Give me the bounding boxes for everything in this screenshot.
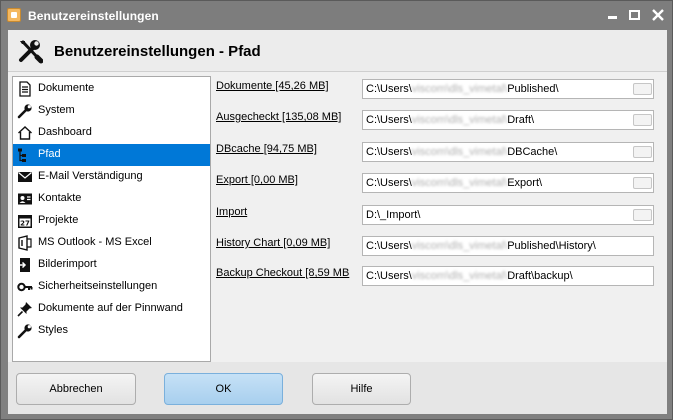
path-field-backup-checkout[interactable]: C:\Users\viscom\dls_vimetal\Draft\backup… [362,266,654,286]
nav-item-label: Dashboard [38,126,92,138]
nav-item-label: Kontakte [38,192,82,204]
browse-button[interactable] [633,209,652,221]
browse-button[interactable] [633,146,652,158]
path-prefix: C:\Users\ [366,114,412,126]
browse-button[interactable] [633,83,652,95]
path-field-history-chart[interactable]: C:\Users\viscom\dls_vimetal\Published\Hi… [362,236,654,256]
path-field-dokumente[interactable]: C:\Users\viscom\dls_vimetal\Published\ [362,79,654,99]
nav-item-pfad[interactable]: Pfad [13,144,210,166]
path-suffix: Published\ [507,83,559,95]
settings-window: Benutzereinstellungen Benutzereinstellun… [0,0,673,420]
path-label-dbcache[interactable]: DBcache [94,75 MB] [216,143,317,155]
path-field-export[interactable]: C:\Users\viscom\dls_vimetal\Export\ [362,173,654,193]
nav-item-label: Dokumente auf der Pinnwand [38,302,183,314]
page-header: Benutzereinstellungen - Pfad [8,30,667,72]
redacted-path-segment: viscom\dls_vimetal\ [411,240,508,252]
calendar-icon: 27 [18,215,32,228]
minimize-button[interactable] [601,6,623,24]
path-field-import[interactable]: D:\_Import\ [362,205,654,225]
path-prefix: C:\Users\ [366,83,412,95]
app-icon [7,8,21,22]
office-icon [18,235,32,251]
path-label-history-chart[interactable]: History Chart [0,09 MB] [216,237,330,249]
tools-icon [19,40,43,64]
path-suffix: DBCache\ [507,146,558,158]
page-title: Benutzereinstellungen - Pfad [54,43,261,60]
nav-item-label: System [38,104,75,116]
redacted-path-segment: viscom\dls_vimetal\ [411,146,508,158]
wrench-icon [17,104,32,119]
nav-item-label: Pfad [38,148,61,160]
wrench-icon [17,324,32,339]
redacted-path-segment: viscom\dls_vimetal\ [411,177,508,189]
pin-icon [17,302,32,317]
path-prefix: C:\Users\ [366,177,412,189]
nav-item-email[interactable]: E-Mail Verständigung [13,166,210,188]
path-suffix: Draft\ [507,114,535,126]
maximize-icon [628,10,640,20]
path-suffix: Published\History\ [507,240,596,252]
cancel-button[interactable]: Abbrechen [16,373,136,405]
minimize-icon [607,16,617,19]
close-button[interactable] [647,6,669,24]
path-suffix: Draft\backup\ [507,270,573,282]
path-label-backup-checkout[interactable]: Backup Checkout [8,59 MB [216,267,354,279]
nav-item-projekte[interactable]: 27 Projekte [13,210,210,232]
nav-item-label: Styles [38,324,68,336]
path-label-export[interactable]: Export [0,00 MB] [216,174,298,186]
path-icon [18,148,26,162]
dialog-client: Benutzereinstellungen - Pfad Dokumente S… [8,30,667,414]
redacted-path-segment: viscom\dls_vimetal\ [411,83,508,95]
contact-card-icon [18,193,32,205]
nav-item-label: Projekte [38,214,79,226]
nav-item-kontakte[interactable]: Kontakte [13,188,210,210]
nav-item-label: E-Mail Verständigung [38,170,143,182]
document-icon [19,81,31,97]
path-prefix: C:\Users\ [366,240,412,252]
home-icon [18,126,32,140]
nav-item-system[interactable]: System [13,100,210,122]
path-prefix: C:\Users\ [366,146,412,158]
settings-nav-list: Dokumente System Dashboard Pfad E-Mail V… [12,76,211,362]
nav-item-label: Dokumente [38,82,95,94]
redacted-path-segment: viscom\dls_vimetal\ [411,114,508,126]
nav-item-label: Bilderimport [38,258,97,270]
nav-item-label: MS Outlook - MS Excel [38,236,152,248]
window-title: Benutzereinstellungen [28,9,159,23]
image-import-icon [18,258,30,272]
path-prefix: D:\_Import\ [366,209,421,221]
redacted-path-segment: viscom\dls_vimetal\ [411,270,508,282]
nav-item-dokumente[interactable]: Dokumente [13,78,210,100]
path-suffix: Export\ [507,177,543,189]
browse-button[interactable] [633,177,652,189]
nav-item-label: Sicherheitseinstellungen [38,280,158,292]
path-field-ausgecheckt[interactable]: C:\Users\viscom\dls_vimetal\Draft\ [362,110,654,130]
nav-item-sicherheit[interactable]: Sicherheitseinstellungen [13,276,210,298]
nav-item-pinnwand[interactable]: Dokumente auf der Pinnwand [13,298,210,320]
key-icon [17,282,33,292]
maximize-button[interactable] [623,6,645,24]
browse-button[interactable] [633,114,652,126]
path-prefix: C:\Users\ [366,270,412,282]
svg-text:27: 27 [20,220,30,228]
nav-item-bilderimport[interactable]: Bilderimport [13,254,210,276]
nav-item-styles[interactable]: Styles [13,320,210,342]
help-button[interactable]: Hilfe [312,373,411,405]
path-label-import[interactable]: Import [216,206,247,218]
title-bar[interactable]: Benutzereinstellungen [1,1,672,30]
nav-item-outlook-excel[interactable]: MS Outlook - MS Excel [13,232,210,254]
ok-button[interactable]: OK [164,373,283,405]
dialog-footer: Abbrechen OK Hilfe [8,362,667,414]
nav-item-dashboard[interactable]: Dashboard [13,122,210,144]
close-icon [652,9,664,21]
path-label-ausgecheckt[interactable]: Ausgecheckt [135,08 MB] [216,111,341,123]
path-label-dokumente[interactable]: Dokumente [45,26 MB] [216,80,329,92]
email-icon [18,172,32,182]
path-field-dbcache[interactable]: C:\Users\viscom\dls_vimetal\DBCache\ [362,142,654,162]
path-settings-panel: Dokumente [45,26 MB] C:\Users\viscom\dls… [215,76,667,362]
